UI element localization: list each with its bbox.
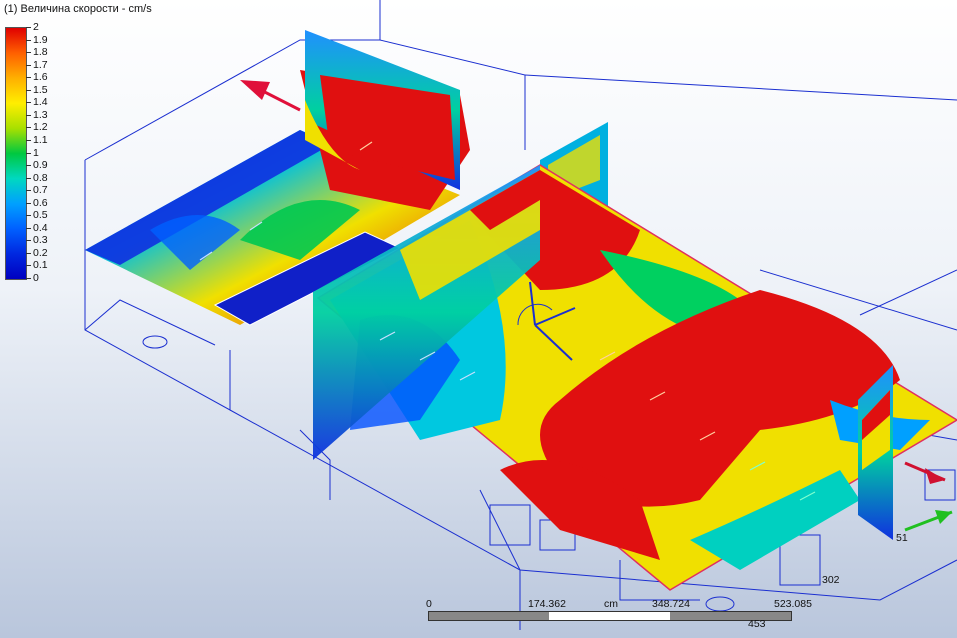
main-plane-field xyxy=(316,164,957,591)
legend-tick-mark xyxy=(26,139,31,141)
legend-tick-label: 1.2 xyxy=(33,121,48,134)
inlet-arrow-icon xyxy=(240,80,301,112)
legend-tick-mark xyxy=(26,64,31,66)
legend-tick-label: 0.6 xyxy=(33,196,48,209)
legend-tick-label: 1.3 xyxy=(33,108,48,121)
legend-colorbar xyxy=(5,27,27,280)
dimension-label: 302 xyxy=(822,574,840,586)
legend-tick-mark xyxy=(26,152,31,154)
scale-label-3: 523.085 xyxy=(774,598,812,610)
legend-tick-mark xyxy=(26,278,31,279)
legend-tick-mark xyxy=(26,102,31,104)
3d-viewport[interactable] xyxy=(0,0,957,638)
legend-tick-label: 0.8 xyxy=(33,171,48,184)
scale-label-2: 348.724 xyxy=(652,598,690,610)
legend-tick-mark xyxy=(26,240,31,242)
legend-tick-label: 0.1 xyxy=(33,259,48,272)
legend-tick-mark xyxy=(26,77,31,79)
dimension-label: 453 xyxy=(748,618,766,630)
outlet-arrow-green-icon xyxy=(904,510,953,532)
scale-bar xyxy=(428,611,792,621)
legend-tick-mark xyxy=(26,265,31,267)
legend-tick-label: 0 xyxy=(33,272,39,284)
legend-tick-mark xyxy=(26,27,31,28)
legend-tick-label: 0.5 xyxy=(33,209,48,222)
legend-tick-mark xyxy=(26,52,31,54)
legend-tick-label: 1 xyxy=(33,146,39,159)
legend-tick-label: 1.1 xyxy=(33,133,48,146)
dimension-label: 51 xyxy=(896,532,908,544)
legend-tick-label: 1.6 xyxy=(33,71,48,84)
legend-tick-label: 1.4 xyxy=(33,96,48,109)
legend-tick-label: 0.9 xyxy=(33,159,48,172)
legend-tick-label: 0.4 xyxy=(33,221,48,234)
legend-tick-mark xyxy=(26,252,31,254)
legend-tick-label: 1.5 xyxy=(33,83,48,96)
legend-tick-mark xyxy=(26,227,31,229)
legend-tick-label: 0.3 xyxy=(33,234,48,247)
legend-tick-label: 1.9 xyxy=(33,33,48,46)
legend-tick-mark xyxy=(26,215,31,217)
legend-tick-label: 0.2 xyxy=(33,246,48,259)
legend-tick-mark xyxy=(26,39,31,41)
legend-tick-mark xyxy=(26,89,31,91)
scale-label-1: 174.362 xyxy=(528,598,566,610)
scale-label-unit: cm xyxy=(604,598,618,610)
legend-tick-label: 1.8 xyxy=(33,46,48,59)
legend-tick-mark xyxy=(26,177,31,179)
legend-tick-label: 0.7 xyxy=(33,184,48,197)
legend-title: (1) Величина скорости - cm/s xyxy=(4,3,152,15)
legend-tick-mark xyxy=(26,190,31,192)
legend-tick-mark xyxy=(26,202,31,204)
legend-tick-mark xyxy=(26,165,31,167)
legend-tick-mark xyxy=(26,127,31,129)
scale-label-0: 0 xyxy=(426,598,432,610)
legend-tick-mark xyxy=(26,114,31,116)
legend-tick-label: 2 xyxy=(33,21,39,33)
legend-tick-label: 1.7 xyxy=(33,58,48,71)
